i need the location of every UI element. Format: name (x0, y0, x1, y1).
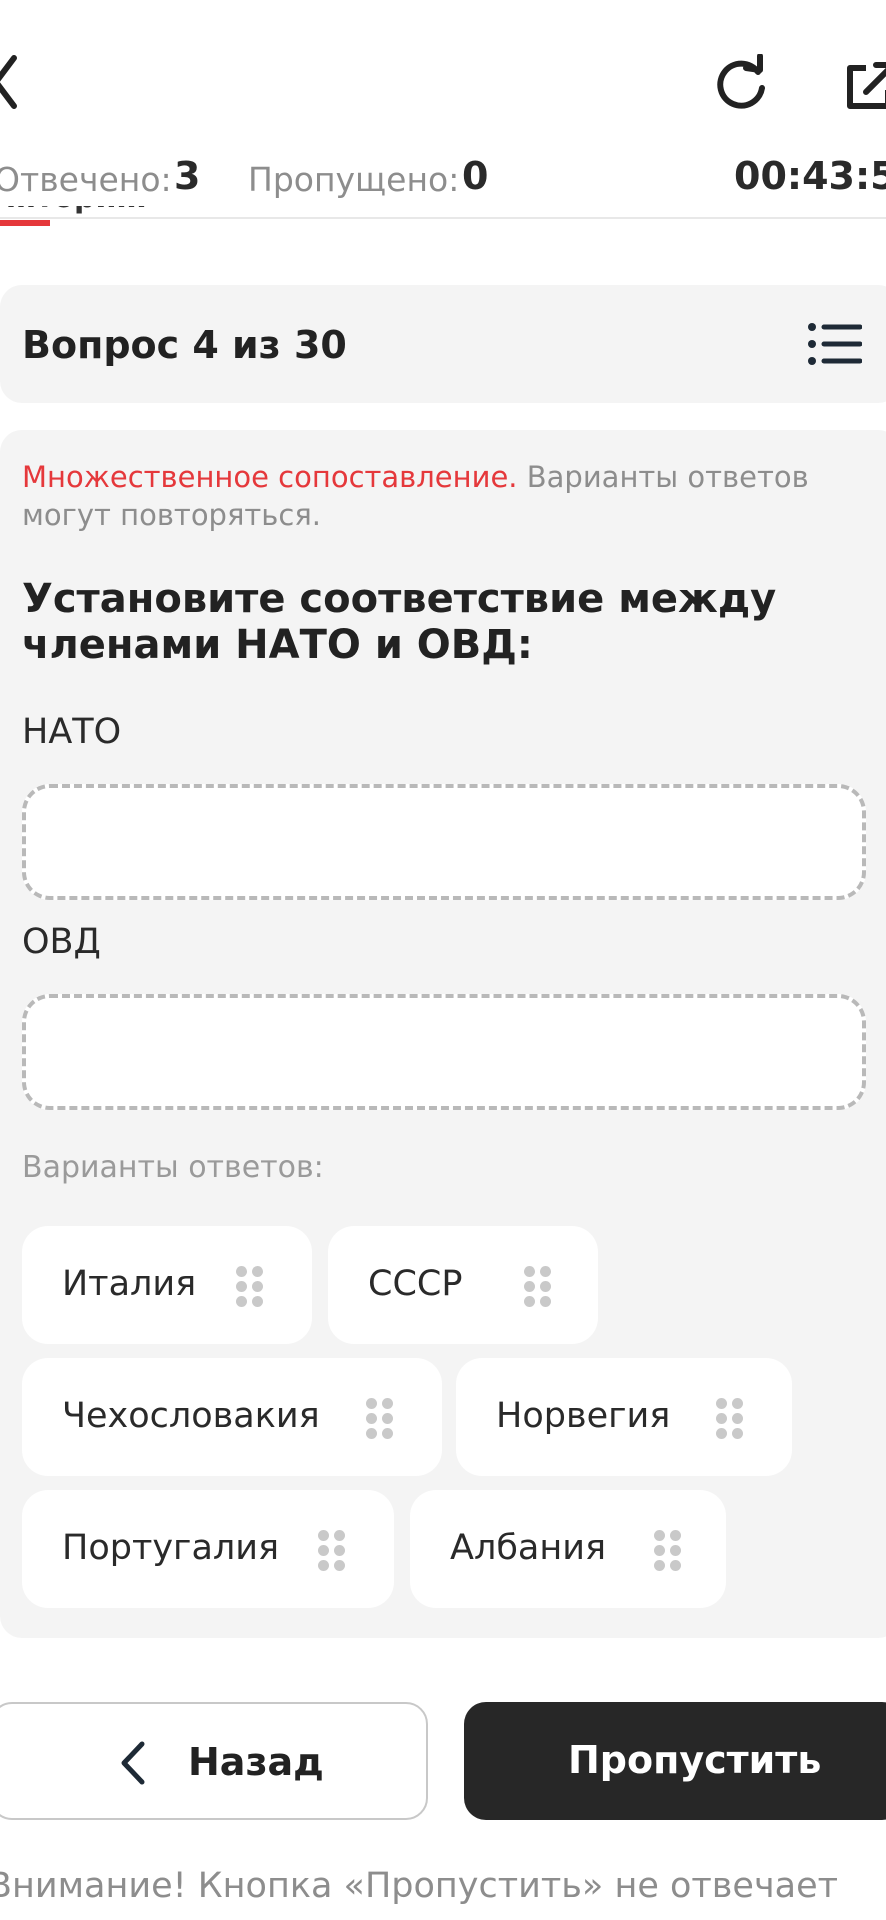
group-label-nato: НАТО (22, 712, 122, 752)
drag-handle-icon[interactable] (524, 1266, 554, 1308)
option-chip-albania[interactable]: Албания (410, 1490, 726, 1608)
external-link-icon[interactable] (844, 60, 886, 110)
question-instruction: Множественное сопоставление. Варианты от… (22, 458, 872, 534)
option-label: Чехословакия (62, 1396, 320, 1436)
question-type: Множественное сопоставление. (22, 460, 518, 494)
skipped-count: 0 (462, 154, 489, 198)
top-header: Отвечено: 3 Пропущено: 0 00:43:51 …тори… (0, 0, 886, 226)
test-title: …тори… (6, 206, 156, 216)
drop-zone-nato[interactable] (22, 784, 866, 900)
skip-button-label: Пропустить (568, 1738, 822, 1782)
chevron-left-icon[interactable] (0, 52, 32, 112)
option-chip-norway[interactable]: Норвегия (456, 1358, 792, 1476)
header-divider (0, 217, 886, 219)
drag-handle-icon[interactable] (236, 1266, 266, 1308)
option-label: Норвегия (496, 1396, 671, 1436)
answered-label: Отвечено: (0, 160, 172, 199)
option-label: Албания (450, 1528, 607, 1568)
option-chip-portugal[interactable]: Португалия (22, 1490, 394, 1608)
list-icon[interactable] (808, 322, 862, 366)
option-chip-italy[interactable]: Италия (22, 1226, 312, 1344)
answered-count: 3 (174, 154, 201, 198)
reload-icon[interactable] (712, 54, 770, 112)
question-counter: Вопрос 4 из 30 (22, 323, 347, 367)
question-text: Установите соответствие между членами НА… (22, 576, 777, 668)
stats-bar: Отвечено: 3 Пропущено: 0 00:43:51 (0, 152, 886, 202)
group-label-ovd: ОВД (22, 922, 101, 962)
question-bar: Вопрос 4 из 30 (0, 285, 886, 403)
skip-button[interactable]: Пропустить (464, 1702, 886, 1820)
drag-handle-icon[interactable] (318, 1530, 348, 1572)
skip-warning: Внимание! Кнопка «Пропустить» не отвечае… (0, 1866, 838, 1906)
skipped-label: Пропущено: (248, 160, 460, 199)
chevron-left-icon (121, 1741, 145, 1785)
option-chip-czechoslovakia[interactable]: Чехословакия (22, 1358, 442, 1476)
options-label: Варианты ответов: (22, 1150, 324, 1185)
option-label: Италия (62, 1264, 197, 1304)
drag-handle-icon[interactable] (654, 1530, 684, 1572)
drop-zone-ovd[interactable] (22, 994, 866, 1110)
drag-handle-icon[interactable] (716, 1398, 746, 1440)
back-button[interactable]: Назад (0, 1702, 428, 1820)
option-label: СССР (368, 1264, 463, 1304)
option-label: Португалия (62, 1528, 280, 1568)
back-button-label: Назад (188, 1740, 324, 1784)
option-chip-ussr[interactable]: СССР (328, 1226, 598, 1344)
progress-indicator (0, 220, 50, 226)
drag-handle-icon[interactable] (366, 1398, 396, 1440)
timer: 00:43:51 (734, 154, 886, 198)
